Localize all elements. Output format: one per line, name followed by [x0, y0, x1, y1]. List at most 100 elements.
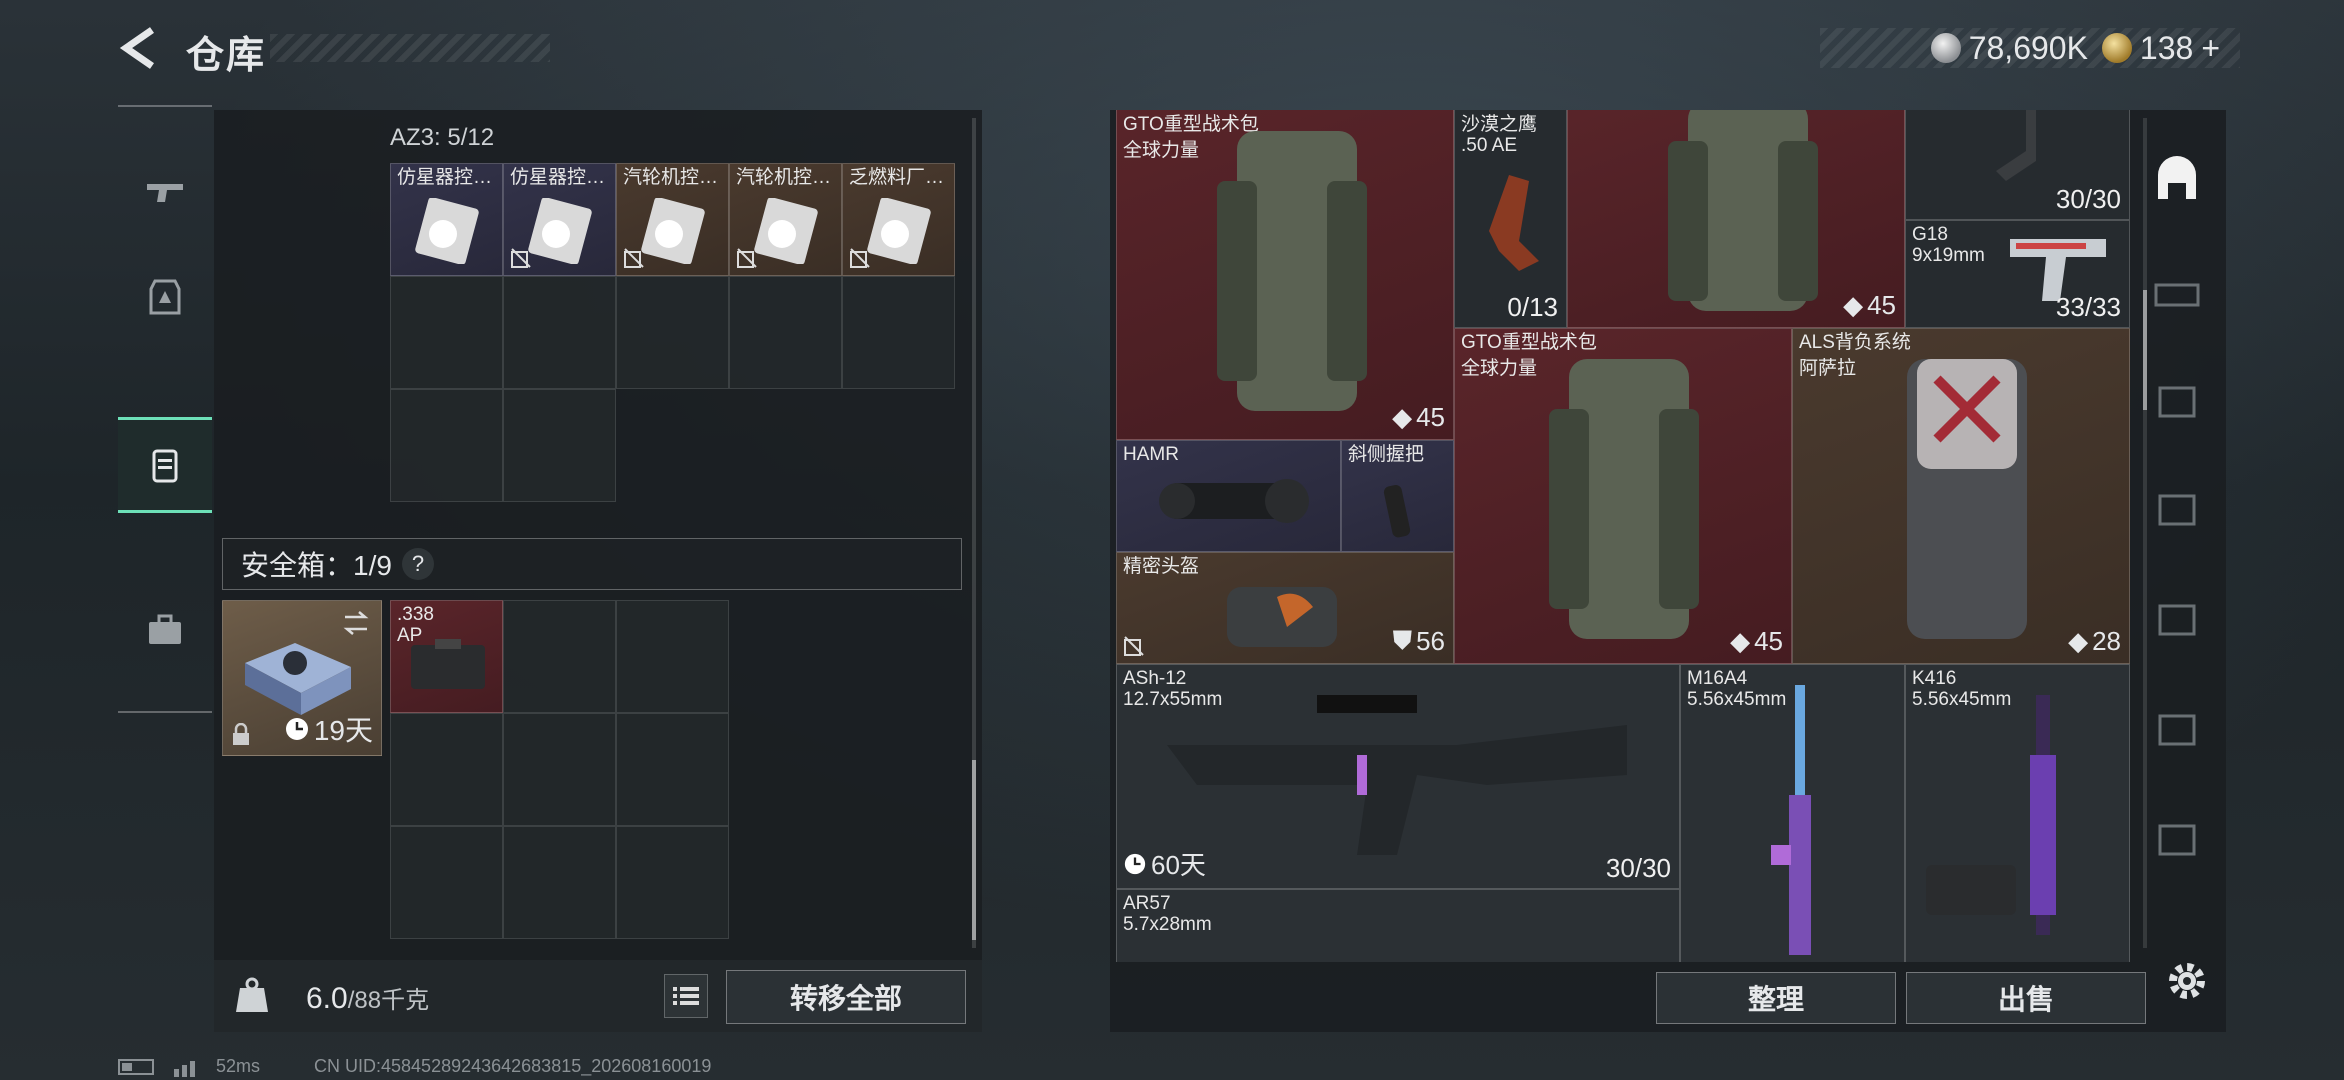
- filter-all-tab[interactable]: [2150, 150, 2204, 210]
- filter-tab-2[interactable]: [2150, 265, 2204, 325]
- rifle-icon: [1771, 685, 1811, 955]
- keycard-icon: [754, 198, 818, 264]
- filter-tab-5[interactable]: [2150, 590, 2204, 650]
- tab-equipment[interactable]: [118, 252, 212, 342]
- help-icon[interactable]: ?: [401, 548, 434, 580]
- no-drop-icon: [511, 248, 531, 268]
- empty-slot[interactable]: [729, 276, 842, 389]
- empty-slot[interactable]: [616, 276, 729, 389]
- ammo-338-item[interactable]: .338 AP: [390, 600, 503, 713]
- stock-icon: [1996, 110, 2036, 181]
- durability-badge: ◆ 28: [2068, 626, 2121, 656]
- sell-button[interactable]: 出售: [1906, 972, 2146, 1024]
- az3-item-2[interactable]: 仿星器控…: [503, 163, 616, 276]
- rifle-icon: [1926, 695, 2056, 935]
- equipment-filter-icon: [2158, 386, 2196, 418]
- title-decoration: [270, 34, 550, 62]
- safe-box-duration: 19天: [284, 709, 373, 749]
- keycard-icon: [641, 198, 705, 264]
- ash12-rifle-item[interactable]: ASh-12 12.7x55mm 60天 30/30: [1116, 664, 1680, 889]
- empty-slot[interactable]: [503, 389, 616, 502]
- uid-readout: CN UID:4584528924364268381​5_20260816001…: [314, 1056, 712, 1076]
- m16a4-rifle-item[interactable]: M16A4 5.56x45mm: [1680, 664, 1905, 962]
- empty-slot[interactable]: [503, 713, 616, 826]
- tab-briefcase[interactable]: [118, 585, 212, 675]
- silver-amount: 78,690K: [1968, 29, 2088, 66]
- ar57-rifle-item[interactable]: AR57 5.7x28mm: [1116, 889, 1680, 962]
- keycard-icon: [415, 198, 479, 264]
- safe-box-case[interactable]: 19天: [222, 600, 382, 756]
- transfer-all-button[interactable]: 转移全部: [726, 970, 966, 1024]
- pistol-icon: [147, 184, 183, 202]
- list-view-button[interactable]: [664, 974, 708, 1018]
- rifle-icon: [1167, 695, 1627, 855]
- gold-coin-icon: [2101, 33, 2132, 63]
- add-gold-icon[interactable]: +: [2201, 30, 2220, 67]
- backpack-gto-3[interactable]: GTO重型战术包 全球力量 ◆ 45: [1454, 328, 1792, 664]
- empty-slot[interactable]: [616, 600, 729, 713]
- weight-icon: [236, 977, 268, 1012]
- empty-slot[interactable]: [616, 713, 729, 826]
- weapon-filter-icon: [2154, 283, 2200, 307]
- left-scrollbar-thumb[interactable]: [972, 760, 976, 940]
- clock-icon: [1124, 853, 1146, 874]
- k416-rifle-item[interactable]: K416 5.56x45mm: [1905, 664, 2130, 962]
- durability-badge: ⛊ 56: [1392, 625, 1445, 656]
- tab-weapons[interactable]: [118, 147, 212, 237]
- filter-tab-7[interactable]: [2150, 810, 2204, 870]
- az3-item-5[interactable]: 乏燃料厂…: [842, 163, 955, 276]
- filter-tab-4[interactable]: [2150, 480, 2204, 540]
- currency-bar: 78,690K 138 +: [1820, 28, 2240, 68]
- category-sidebar: [118, 105, 212, 713]
- filter-sidebar: [2150, 110, 2204, 950]
- safe-box-label: 安全箱：1/9: [241, 550, 392, 581]
- durability-badge: ◆ 45: [1392, 402, 1445, 432]
- filter-tab-6[interactable]: [2150, 700, 2204, 760]
- magazine-item[interactable]: 30/30: [1905, 110, 2130, 220]
- empty-slot[interactable]: [503, 600, 616, 713]
- empty-slot[interactable]: [503, 826, 616, 939]
- misc-filter-icon: [2158, 824, 2196, 856]
- scope-icon: [1159, 479, 1309, 523]
- empty-slot[interactable]: [390, 826, 503, 939]
- gold-amount: 138: [2139, 29, 2194, 66]
- empty-slot[interactable]: [390, 389, 503, 502]
- gear-icon[interactable]: [2162, 956, 2212, 1006]
- empty-slot[interactable]: [616, 826, 729, 939]
- backpack-gto-1[interactable]: GTO重型战术包 全球力量 ◆ 45: [1116, 110, 1454, 440]
- backpack-gto-2[interactable]: ◆ 45: [1567, 110, 1905, 328]
- warehouse-grid: GTO重型战术包 全球力量 ◆ 45 沙漠之鹰 .50 AE 0/13 ◆ 45 3…: [1116, 110, 2130, 962]
- backpack-icon: [1549, 359, 1699, 639]
- swap-icon[interactable]: [341, 609, 371, 637]
- sort-button[interactable]: 整理: [1656, 972, 1896, 1024]
- empty-slot[interactable]: [390, 713, 503, 826]
- right-scrollbar[interactable]: [2143, 118, 2147, 948]
- empty-slot[interactable]: [842, 276, 955, 389]
- az3-item-4[interactable]: 汽轮机控…: [729, 163, 842, 276]
- medical-filter-icon: [2158, 714, 2196, 746]
- durability-badge: ◆ 45: [1843, 290, 1896, 320]
- signal-icon: [174, 1060, 195, 1077]
- gold-currency[interactable]: 138 +: [2101, 29, 2220, 67]
- angled-grip-item[interactable]: 斜侧握把: [1341, 440, 1454, 552]
- grip-icon: [1383, 485, 1411, 538]
- back-arrow-icon[interactable]: [112, 22, 164, 74]
- tab-backpack[interactable]: [118, 417, 212, 513]
- right-scrollbar-thumb[interactable]: [2143, 290, 2147, 410]
- az3-item-1[interactable]: 仿星器控…: [390, 163, 503, 276]
- az3-item-3[interactable]: 汽轮机控…: [616, 163, 729, 276]
- backpack-icon: [1668, 110, 1818, 311]
- ping-readout: 52ms: [216, 1056, 261, 1076]
- attachment-filter-icon: [2158, 494, 2196, 526]
- durability-badge: ◆ 45: [1730, 626, 1783, 656]
- desert-eagle-item[interactable]: 沙漠之鹰 .50 AE 0/13: [1454, 110, 1567, 328]
- als-carrier-item[interactable]: ALS背负系统 阿萨拉 ◆ 28: [1792, 328, 2130, 664]
- page-title: 仓库: [186, 35, 267, 77]
- precision-helmet-item[interactable]: 精密头盔 ⛊ 56: [1116, 552, 1454, 664]
- hamr-scope-item[interactable]: HAMR: [1116, 440, 1341, 552]
- filter-tab-3[interactable]: [2150, 372, 2204, 432]
- empty-slot[interactable]: [390, 276, 503, 389]
- az3-container-label: AZ3: 5/12: [390, 124, 495, 151]
- empty-slot[interactable]: [503, 276, 616, 389]
- g18-item[interactable]: G18 9x19mm 33/33: [1905, 220, 2130, 328]
